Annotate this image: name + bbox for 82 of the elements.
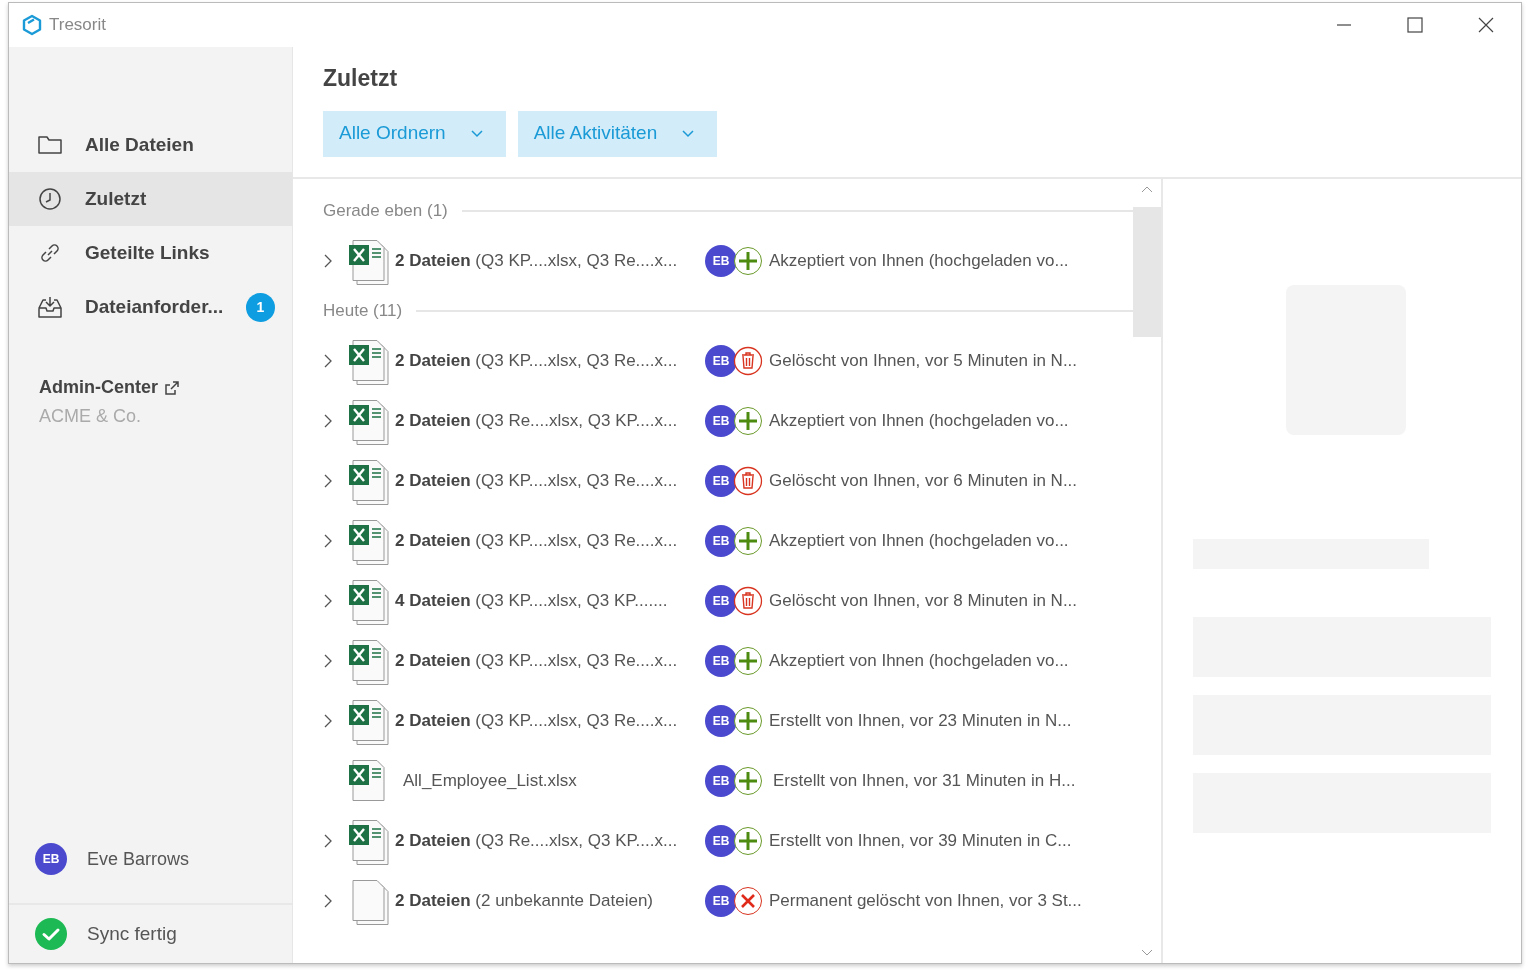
check-icon	[35, 918, 67, 950]
admin-center-link[interactable]: Admin-Center	[39, 374, 180, 401]
file-name: 2 Dateien (Q3 KP....xlsx, Q3 Re....x...	[395, 350, 679, 373]
added-icon	[733, 826, 763, 856]
scrollbar-thumb[interactable]	[1133, 207, 1161, 337]
file-name: 2 Dateien (Q3 KP....xlsx, Q3 Re....x...	[395, 250, 679, 273]
user-avatar: EB	[705, 245, 737, 277]
added-icon	[733, 526, 763, 556]
added-icon	[733, 766, 763, 796]
activity-description: Akzeptiert von Ihnen (hochgeladen vo...	[769, 410, 1069, 433]
file-name: 2 Dateien (Q3 Re....xlsx, Q3 KP....x...	[395, 830, 679, 853]
clock-icon	[37, 186, 63, 212]
close-icon[interactable]	[1477, 17, 1494, 33]
expand-icon[interactable]	[323, 353, 333, 369]
activity-description: Akzeptiert von Ihnen (hochgeladen vo...	[769, 530, 1069, 553]
expand-icon[interactable]	[323, 713, 333, 729]
trash-icon	[733, 346, 763, 376]
file-name: 2 Dateien (2 unbekannte Dateien)	[395, 890, 654, 913]
file-name: 2 Dateien (Q3 Re....xlsx, Q3 KP....x...	[395, 410, 679, 433]
sidebar-item-label: Alle Dateien	[85, 132, 194, 157]
window-title: Tresorit	[49, 14, 106, 37]
sidebar-item[interactable]: Dateianforder... 1	[9, 280, 292, 334]
added-icon	[733, 246, 763, 276]
user-avatar: EB	[705, 585, 737, 617]
cross-icon	[733, 886, 763, 916]
expand-icon[interactable]	[323, 593, 333, 609]
page-title: Zuletzt	[323, 65, 399, 93]
activity-description: Akzeptiert von Ihnen (hochgeladen vo...	[769, 250, 1069, 273]
file-name: 2 Dateien (Q3 KP....xlsx, Q3 Re....x...	[395, 650, 679, 673]
file-name: 2 Dateien (Q3 KP....xlsx, Q3 Re....x...	[395, 470, 679, 493]
activity-description: Erstellt von Ihnen, vor 39 Minuten in C...	[769, 830, 1072, 853]
file-name: 4 Dateien (Q3 KP....xlsx, Q3 KP.......	[395, 590, 669, 613]
sidebar-item[interactable]: Alle Dateien	[9, 118, 292, 172]
user-avatar: EB	[35, 843, 67, 875]
trash-icon	[733, 586, 763, 616]
user-name[interactable]: Eve Barrows	[87, 845, 190, 873]
expand-icon[interactable]	[323, 893, 333, 909]
user-avatar: EB	[705, 465, 737, 497]
user-avatar: EB	[705, 405, 737, 437]
external-link-icon	[164, 379, 180, 396]
user-avatar: EB	[705, 765, 737, 797]
sidebar-item-label: Geteilte Links	[85, 240, 210, 265]
expand-icon[interactable]	[323, 653, 333, 669]
file-name: All_Employee_List.xlsx	[402, 770, 578, 793]
scroll-up-icon[interactable]	[1141, 185, 1153, 193]
user-avatar: EB	[705, 345, 737, 377]
added-icon	[733, 406, 763, 436]
user-avatar: EB	[705, 705, 737, 737]
expand-icon[interactable]	[323, 473, 333, 489]
activity-description: Permanent gelöscht von Ihnen, vor 3 St...	[769, 890, 1082, 913]
scroll-down-icon[interactable]	[1141, 949, 1153, 957]
user-avatar: EB	[705, 645, 737, 677]
activity-description: Erstellt von Ihnen, vor 31 Minuten in H...	[772, 770, 1076, 793]
added-icon	[733, 646, 763, 676]
inbox-icon	[37, 294, 63, 320]
organization-name: ACME & Co.	[39, 405, 143, 428]
sidebar-item[interactable]: Zuletzt	[9, 172, 292, 226]
expand-icon[interactable]	[323, 833, 333, 849]
file-name: 2 Dateien (Q3 KP....xlsx, Q3 Re....x...	[395, 530, 679, 553]
activity-description: Gelöscht von Ihnen, vor 6 Minuten in N...	[769, 470, 1078, 493]
activity-description: Akzeptiert von Ihnen (hochgeladen vo...	[769, 650, 1069, 673]
count-badge: 1	[246, 292, 275, 322]
user-avatar: EB	[705, 525, 737, 557]
user-avatar: EB	[705, 885, 737, 917]
expand-icon[interactable]	[323, 533, 333, 549]
activity-description: Gelöscht von Ihnen, vor 5 Minuten in N...	[769, 350, 1078, 373]
expand-icon[interactable]	[323, 253, 333, 269]
activity-description: Gelöscht von Ihnen, vor 8 Minuten in N...	[769, 590, 1078, 613]
group-heading: Gerade eben (1)	[323, 200, 448, 223]
sidebar-item-label: Dateianforder...	[85, 294, 224, 319]
file-name: 2 Dateien (Q3 KP....xlsx, Q3 Re....x...	[395, 710, 679, 733]
activity-description: Erstellt von Ihnen, vor 23 Minuten in N...	[769, 710, 1072, 733]
sidebar-item-label: Zuletzt	[85, 186, 147, 211]
expand-icon[interactable]	[323, 413, 333, 429]
added-icon	[733, 706, 763, 736]
group-heading: Heute (11)	[323, 300, 403, 323]
logo-icon	[21, 14, 43, 36]
trash-icon	[733, 466, 763, 496]
sidebar-item[interactable]: Geteilte Links	[9, 226, 292, 280]
user-avatar: EB	[705, 825, 737, 857]
maximize-icon[interactable]	[1406, 17, 1423, 33]
sync-status: Sync fertig	[87, 921, 177, 946]
